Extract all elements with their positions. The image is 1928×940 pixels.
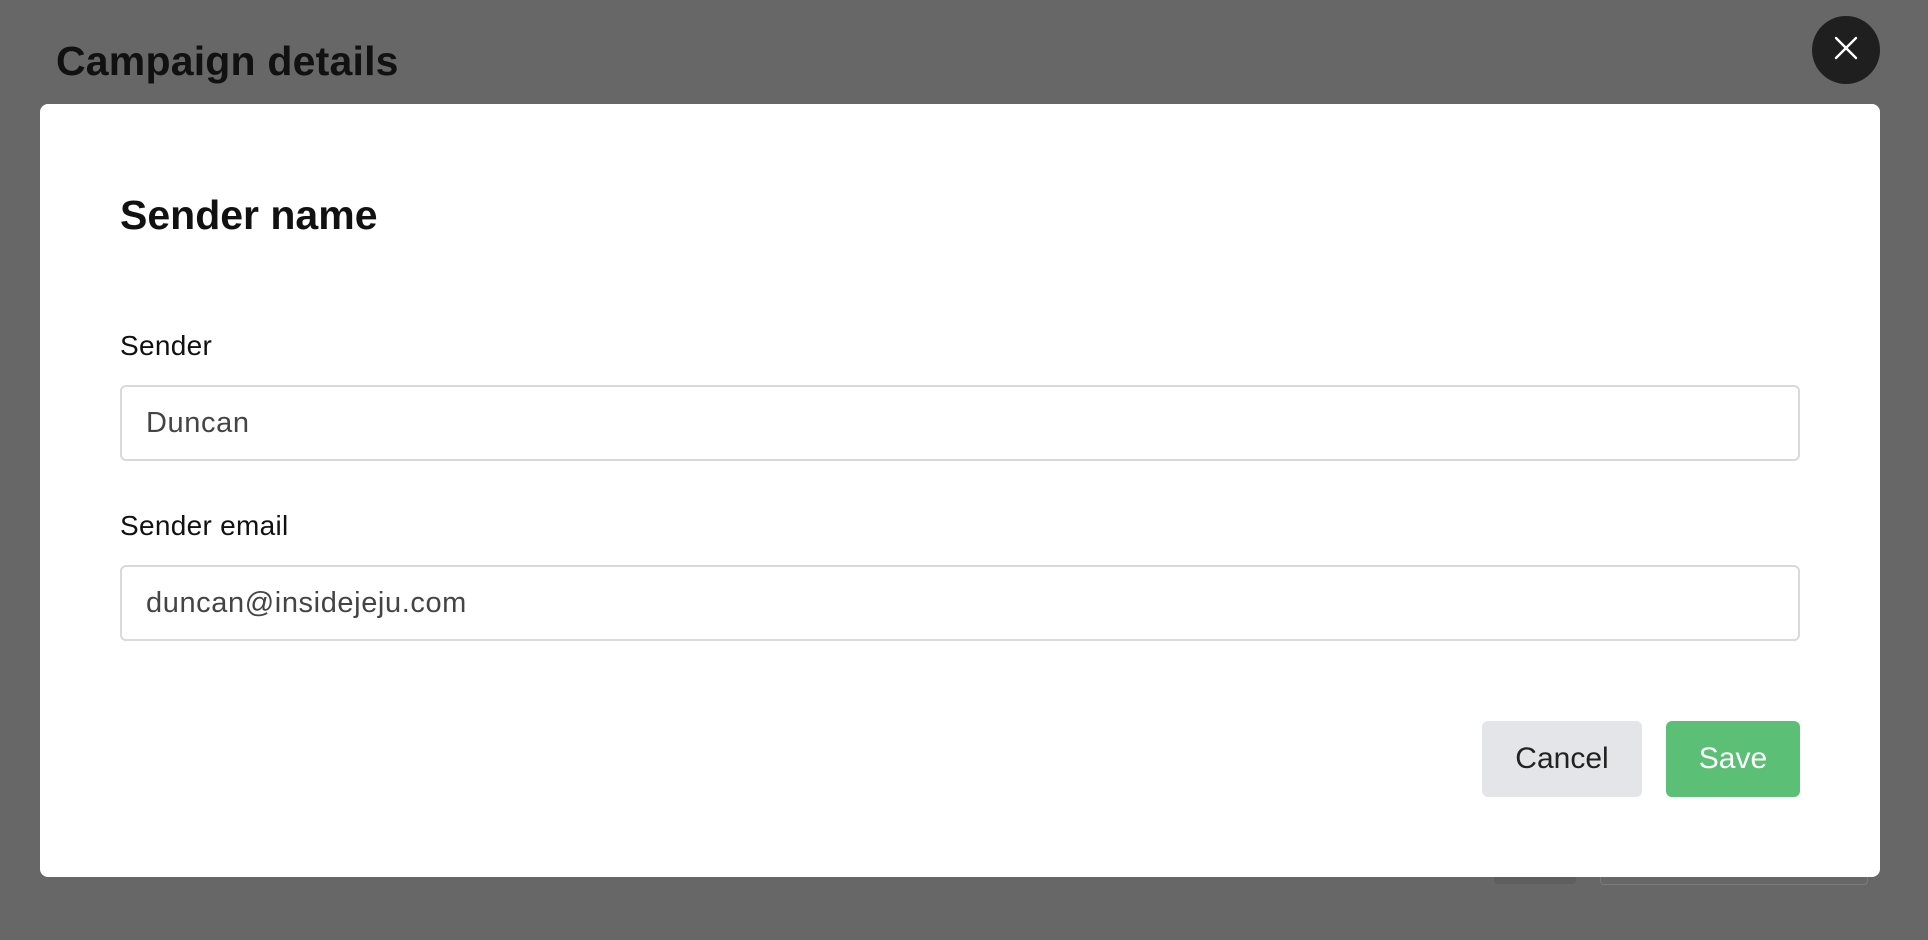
save-button[interactable]: Save <box>1666 721 1800 797</box>
sender-input[interactable] <box>120 385 1800 461</box>
sender-label: Sender <box>120 330 213 361</box>
close-icon <box>1833 35 1859 66</box>
page-title: Campaign details <box>56 38 399 84</box>
sender-email-label: Sender email <box>120 510 289 541</box>
modal-title: Sender name <box>120 192 378 238</box>
cancel-button[interactable]: Cancel <box>1482 721 1642 797</box>
close-button[interactable] <box>1812 16 1880 84</box>
sender-email-input[interactable] <box>120 565 1800 641</box>
modal-backdrop: Campaign details Sender name Sender Send… <box>0 0 1928 940</box>
sender-name-modal: Sender name Sender Sender email Cancel S… <box>40 104 1880 877</box>
